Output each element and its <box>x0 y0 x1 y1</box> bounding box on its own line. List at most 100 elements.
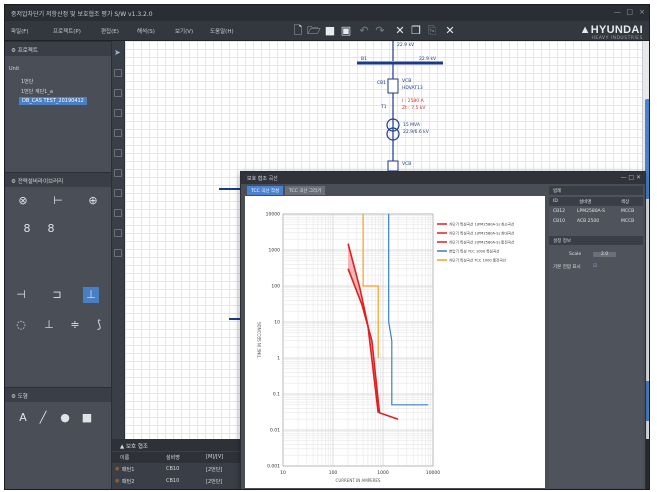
tool-icon-8[interactable] <box>114 209 122 217</box>
cut-icon[interactable]: ✕ <box>393 24 407 38</box>
tool-icon-4[interactable] <box>114 129 122 137</box>
tool-icon-5[interactable] <box>114 149 122 157</box>
vcb1-label: VCB <box>402 79 412 84</box>
row-device: CB10 <box>166 466 180 472</box>
save-icon[interactable]: ■ <box>323 24 337 38</box>
col-device: 설비명 <box>166 455 180 461</box>
menu-file[interactable]: 파일(F) <box>11 27 29 35</box>
project-panel-header: ⚙ 프로젝트 <box>5 42 111 56</box>
maximize-icon[interactable]: □ <box>626 8 633 16</box>
relay-icon[interactable]: ⊐ <box>49 287 65 303</box>
tools-panel-header: ⚙ 도형 <box>5 388 111 402</box>
dialog-close-icon[interactable]: — □ ✕ <box>620 174 641 181</box>
table-row[interactable]: ● 패턴2 CB10 [2번단] <box>112 476 242 487</box>
row-mv: [2번단] <box>206 479 223 485</box>
row-name: 패턴2 <box>122 479 135 485</box>
side-table-header: ID 설비명 색상 <box>549 197 643 206</box>
tree-item-2[interactable]: 1번단 계단1_a <box>21 88 53 95</box>
tcc-dialog: 보호 협조 곡선 — □ ✕ TCC 곡선 작성 TCC 곡선 그리기 10 10… <box>240 171 646 489</box>
text-tool-icon[interactable]: A <box>15 410 31 426</box>
generator-icon[interactable]: ⊗ <box>15 193 31 209</box>
scale-value[interactable]: 2.0 <box>593 252 617 257</box>
row-name: 패턴1 <box>122 467 135 473</box>
title-bar: 중저압차단기 저항산정 및 보호협조 평가 S/W v1.3.2.0 — □ × <box>5 5 649 21</box>
tree-item-1[interactable]: 1번단 <box>21 78 33 85</box>
scale-field[interactable]: Scale 2.0 <box>549 250 643 259</box>
undo-icon[interactable]: ↶ <box>357 24 371 38</box>
ground-icon[interactable]: ≑ <box>67 317 83 333</box>
paste-icon[interactable]: ⎘ <box>425 24 439 38</box>
open-icon[interactable]: 🗁 <box>307 24 321 38</box>
side-col-id: ID <box>553 199 558 204</box>
copy-icon[interactable]: ❐ <box>409 24 423 38</box>
tr1-label: T1 <box>381 105 387 110</box>
redo-icon[interactable]: ↷ <box>373 24 387 38</box>
top-voltage-label: 22.9 kV <box>397 43 415 48</box>
tool-icon-9[interactable] <box>114 229 122 237</box>
legend-label: 차단기 특성곡선 2(PM2580A-S) 통전곡선 <box>449 240 514 245</box>
bus1-label: B1 <box>361 57 367 62</box>
tcc-plot-area: 10 100 1000 10000 10000 1000 100 10 1 0.1 0.01 0.00… <box>245 196 545 488</box>
minimize-icon[interactable]: — <box>614 8 621 16</box>
tools-panel: A ╱ ● ■ <box>5 402 111 489</box>
table-row[interactable]: ● 패턴1 CB10 [2번단] <box>112 464 242 475</box>
voltage-checkbox[interactable]: ☑ <box>593 264 597 269</box>
save-as-icon[interactable]: ▣ <box>339 24 353 38</box>
tcc-chart: 10 100 1000 10000 10000 1000 100 10 1 0.1 0.01 0.00… <box>257 212 514 484</box>
menu-analysis[interactable]: 해석(S) <box>137 27 155 35</box>
fault-current-label: I : 2580 A <box>402 99 424 104</box>
tree-item-selected[interactable]: DB_CAS TEST_20190412 <box>19 97 87 105</box>
x-tick-label: 100 <box>329 470 338 476</box>
bus1-voltage: 22.9 kV <box>419 57 437 62</box>
y-tick-label: 100 <box>271 284 280 290</box>
tab-tcc-create[interactable]: TCC 곡선 작성 <box>247 186 284 195</box>
menu-project[interactable]: 프로젝트(P) <box>53 27 81 35</box>
vcb2-symbol[interactable] <box>387 160 399 172</box>
menu-view[interactable]: 보기(V) <box>175 27 193 35</box>
tree-item-unit[interactable]: Unit <box>9 66 19 72</box>
dialog-title: 보호 협조 곡선 <box>241 172 645 184</box>
menu-help[interactable]: 도움말(H) <box>210 27 234 35</box>
vcb-symbol[interactable] <box>387 78 399 94</box>
tr-voltage-label: 22.9/6.6 kV <box>403 130 429 135</box>
table-header: 이름 설비명 [M]/[V] <box>112 452 242 463</box>
tool-icon-3[interactable] <box>114 109 122 117</box>
switch-icon[interactable]: ⊢ <box>50 193 66 209</box>
tool-icon-2[interactable] <box>114 89 122 97</box>
rect-tool-icon[interactable]: ■ <box>79 410 95 426</box>
motor-icon[interactable]: ◌ <box>13 317 29 333</box>
coordination-panel: ▲ 보호 협조 이름 설비명 [M]/[V] ● 패턴1 CB10 [2번단] … <box>112 439 242 489</box>
device-panel-header: ⚙ 전력설비라이브러리 <box>5 173 111 187</box>
menu-edit[interactable]: 편집(E) <box>101 27 119 35</box>
side-col-color: 색상 <box>621 200 630 205</box>
row-marker-icon: ● <box>115 478 120 484</box>
transformer-icon[interactable]: 8 <box>19 221 35 237</box>
transformer3-icon[interactable]: 8 <box>43 221 59 237</box>
capacitor-icon[interactable]: ⊥ <box>41 317 57 333</box>
load-icon[interactable]: ⊥ <box>83 287 99 303</box>
fuse-icon[interactable]: ⊕ <box>85 193 101 209</box>
side-col-device: 설비명 <box>579 200 592 205</box>
breaker-icon[interactable]: ⊣ <box>13 287 29 303</box>
delete-icon[interactable]: ✕ <box>443 24 457 38</box>
tool-icon-6[interactable] <box>114 169 122 177</box>
line-tool-icon[interactable]: ╱ <box>35 410 51 426</box>
project-tree: Unit 1번단 1번단 계단1_a DB_CAS TEST_20190412 <box>5 56 111 172</box>
side-table-row[interactable]: CB12 LPM2580A-S MCCB <box>549 207 643 216</box>
menu-bar: 파일(F) 프로젝트(P) 편집(E) 해석(S) 보기(V) 도움말(H) 🗋… <box>5 21 649 41</box>
new-icon[interactable]: 🗋 <box>291 24 305 38</box>
side-table-row[interactable]: CB10 ACB 2500 MCCB <box>549 217 643 226</box>
circle-tool-icon[interactable]: ● <box>57 410 73 426</box>
tool-icon-1[interactable] <box>114 69 122 77</box>
voltage-toggle-label: 기본 전압 표시 <box>553 265 581 270</box>
close-icon[interactable]: × <box>639 8 645 16</box>
row-mv: [2번단] <box>206 467 223 473</box>
side-row-device: ACB 2500 <box>577 219 600 224</box>
reactor-icon[interactable]: ⟆ <box>91 317 107 333</box>
voltage-toggle[interactable]: 기본 전압 표시 ☑ <box>549 262 643 271</box>
tool-icon-7[interactable] <box>114 189 122 197</box>
tool-icon-10[interactable] <box>114 249 122 257</box>
side-row-type: MCCB <box>621 219 635 224</box>
pointer-icon[interactable]: ➤ <box>114 49 122 57</box>
tab-tcc-draw[interactable]: TCC 곡선 그리기 <box>285 186 326 195</box>
